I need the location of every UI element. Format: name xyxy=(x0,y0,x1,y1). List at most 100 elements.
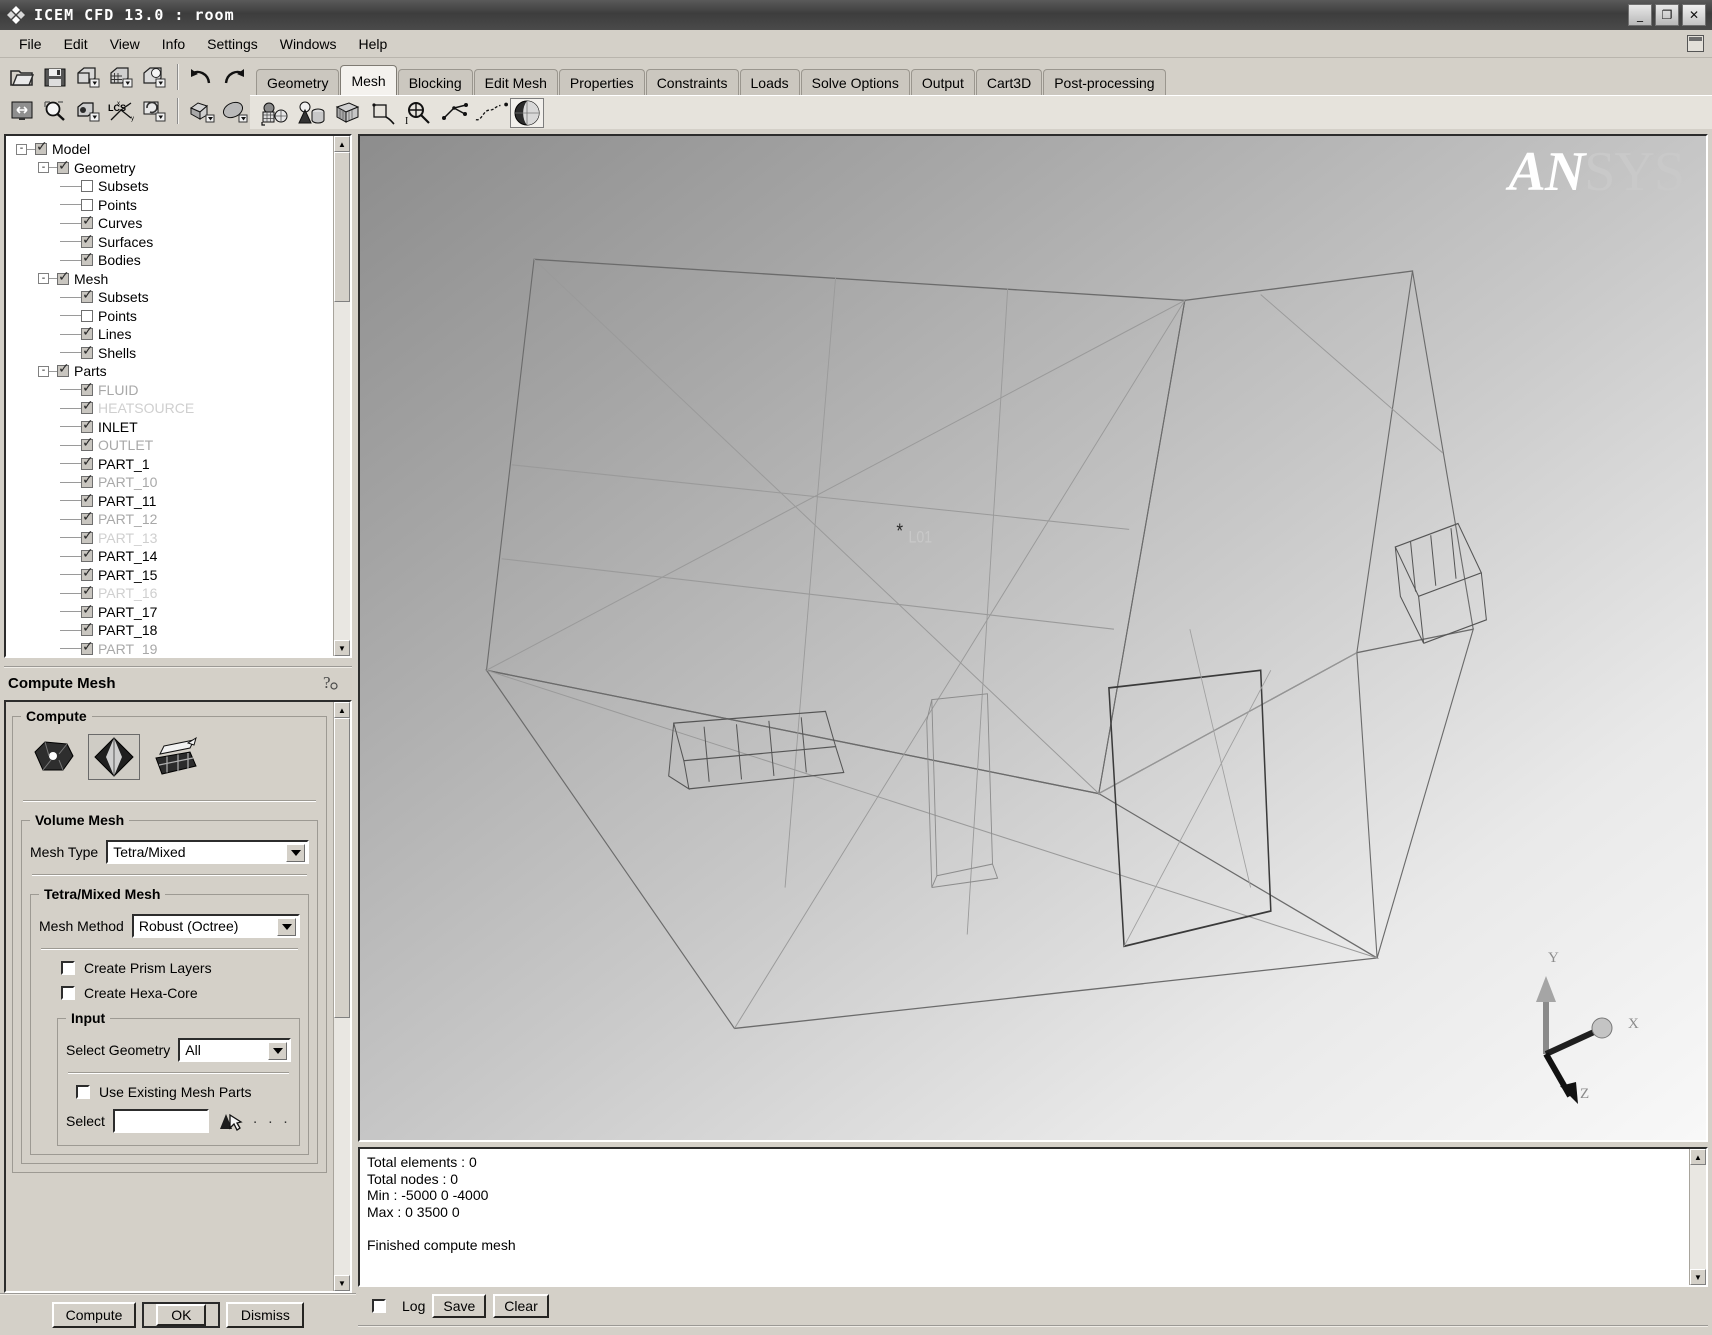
open-folder-icon[interactable] xyxy=(6,62,37,92)
close-button[interactable]: ✕ xyxy=(1682,4,1706,26)
edit-mesh-curve-icon[interactable] xyxy=(474,98,508,128)
tree-checkbox[interactable] xyxy=(81,250,94,267)
tree-item-inlet[interactable]: INLET xyxy=(10,417,333,437)
save-mesh-icon[interactable] xyxy=(105,62,136,92)
tree-item-part_19[interactable]: PART_19 xyxy=(10,639,333,656)
form-scroll-up-button[interactable]: ▲ xyxy=(334,702,350,718)
tree-item-heatsource[interactable]: HEATSOURCE xyxy=(10,398,333,418)
surface-mesh-setup-icon[interactable] xyxy=(330,98,364,128)
message-window[interactable]: Total elements : 0 Total nodes : 0 Min :… xyxy=(358,1147,1708,1287)
tab-solve-options[interactable]: Solve Options xyxy=(800,69,910,95)
tree-item-mesh[interactable]: - Mesh xyxy=(10,269,333,289)
tree-scroll-track[interactable] xyxy=(334,152,350,640)
tab-loads[interactable]: Loads xyxy=(739,69,800,95)
tree-checkbox[interactable] xyxy=(81,324,94,341)
compute-prism-mesh-icon[interactable] xyxy=(149,734,201,780)
undock-icon[interactable] xyxy=(1687,35,1704,52)
log-checkbox[interactable] xyxy=(372,1299,386,1313)
mesh-method-select[interactable]: Robust (Octree) xyxy=(131,914,300,938)
create-hexa-core-row[interactable]: Create Hexa-Core xyxy=(61,985,300,1001)
undo-arrow-icon[interactable] xyxy=(186,62,217,92)
message-scrollbar[interactable]: ▲ ▼ xyxy=(1689,1149,1706,1285)
refresh-icon[interactable] xyxy=(139,96,170,126)
tree-checkbox[interactable] xyxy=(57,158,70,174)
menu-settings[interactable]: Settings xyxy=(196,33,269,55)
tree-checkbox[interactable] xyxy=(81,417,94,433)
create-prism-layers-row[interactable]: Create Prism Layers xyxy=(61,960,300,976)
solid-view-icon[interactable] xyxy=(219,96,250,126)
tree-expander-icon[interactable]: - xyxy=(38,162,49,174)
tree-checkbox[interactable] xyxy=(81,509,94,526)
select-input[interactable] xyxy=(112,1109,209,1133)
tab-mesh[interactable]: Mesh xyxy=(340,65,397,95)
minimize-button[interactable]: _ xyxy=(1628,4,1652,26)
menu-windows[interactable]: Windows xyxy=(269,33,348,55)
tree-checkbox[interactable] xyxy=(81,583,94,600)
tree-item-model[interactable]: - Model xyxy=(10,139,333,159)
tree-item-part_18[interactable]: PART_18 xyxy=(10,620,333,640)
tree-checkbox[interactable] xyxy=(81,309,93,322)
form-scroll-thumb[interactable] xyxy=(334,718,350,1018)
maximize-button[interactable]: ❐ xyxy=(1655,4,1679,26)
lcs-axes-icon[interactable]: LCS x y xyxy=(105,96,136,126)
tree-checkbox[interactable] xyxy=(81,287,94,304)
help-question-icon[interactable]: ? xyxy=(320,672,340,697)
tree-item-subsets[interactable]: Subsets xyxy=(10,287,333,307)
tree-checkbox[interactable] xyxy=(81,546,94,563)
compute-volume-mesh-icon[interactable] xyxy=(27,734,79,780)
axis-triad[interactable]: Y X Z xyxy=(1506,950,1656,1104)
compute-tetra-mesh-icon[interactable] xyxy=(88,734,140,780)
tree-checkbox[interactable] xyxy=(81,180,93,193)
tree-item-fluid[interactable]: FLUID xyxy=(10,380,333,400)
save-log-button[interactable]: Save xyxy=(432,1294,487,1318)
save-geometry-icon[interactable] xyxy=(72,62,103,92)
use-existing-mesh-parts-checkbox[interactable] xyxy=(76,1085,90,1099)
tree-expander-icon[interactable]: - xyxy=(16,143,27,155)
menu-edit[interactable]: Edit xyxy=(53,33,99,55)
tree-checkbox[interactable] xyxy=(81,232,94,248)
ok-button[interactable]: OK xyxy=(142,1302,221,1328)
tab-constraints[interactable]: Constraints xyxy=(645,69,739,95)
tab-properties[interactable]: Properties xyxy=(558,69,645,95)
tree-checkbox[interactable] xyxy=(81,435,94,452)
message-scroll-down-button[interactable]: ▼ xyxy=(1690,1269,1706,1285)
form-scroll-down-button[interactable]: ▼ xyxy=(334,1275,350,1291)
zoom-box-icon[interactable] xyxy=(39,96,70,126)
tree-checkbox[interactable] xyxy=(81,602,94,618)
create-hexa-core-checkbox[interactable] xyxy=(61,986,75,1000)
tree-checkbox[interactable] xyxy=(57,269,70,285)
menu-file[interactable]: File xyxy=(8,33,53,55)
create-prism-layers-checkbox[interactable] xyxy=(61,961,75,975)
clear-log-button[interactable]: Clear xyxy=(493,1294,549,1318)
menu-view[interactable]: View xyxy=(99,33,151,55)
tree-item-subsets[interactable]: Subsets xyxy=(10,177,333,196)
create-mesh-density-icon[interactable] xyxy=(438,98,472,128)
select-geometry-select[interactable]: All xyxy=(178,1038,291,1062)
tree-item-geometry[interactable]: - Geometry xyxy=(10,158,333,178)
fit-window-icon[interactable] xyxy=(6,96,37,126)
tree-expander-icon[interactable]: - xyxy=(38,365,49,377)
tree-item-outlet[interactable]: OUTLET xyxy=(10,435,333,455)
tree-item-part_1[interactable]: PART_1 xyxy=(10,454,333,474)
tree-scroll-down-button[interactable]: ▼ xyxy=(334,640,350,656)
mesh-type-select[interactable]: Tetra/Mixed xyxy=(106,840,309,864)
tree-checkbox[interactable] xyxy=(81,491,94,507)
select-cursor-icon[interactable] xyxy=(209,1109,243,1133)
chevron-down-icon[interactable] xyxy=(286,844,305,862)
tree-checkbox[interactable] xyxy=(81,620,94,637)
redo-arrow-icon[interactable] xyxy=(219,62,250,92)
tree-item-parts[interactable]: - Parts xyxy=(10,361,333,381)
tree-item-part_13[interactable]: PART_13 xyxy=(10,528,333,548)
tree-item-part_11[interactable]: PART_11 xyxy=(10,491,333,511)
tree-checkbox[interactable] xyxy=(35,139,48,156)
tab-edit-mesh[interactable]: Edit Mesh xyxy=(473,69,558,95)
tree-item-curves[interactable]: Curves xyxy=(10,213,333,233)
tree-item-shells[interactable]: Shells xyxy=(10,343,333,363)
message-scroll-up-button[interactable]: ▲ xyxy=(1690,1149,1706,1165)
message-scroll-track[interactable] xyxy=(1690,1165,1706,1269)
tree-expander-icon[interactable]: - xyxy=(38,273,49,285)
tree-item-part_17[interactable]: PART_17 xyxy=(10,602,333,622)
tab-geometry[interactable]: Geometry xyxy=(256,69,340,95)
tree-item-part_10[interactable]: PART_10 xyxy=(10,472,333,492)
tree-scroll-up-button[interactable]: ▲ xyxy=(334,136,350,152)
